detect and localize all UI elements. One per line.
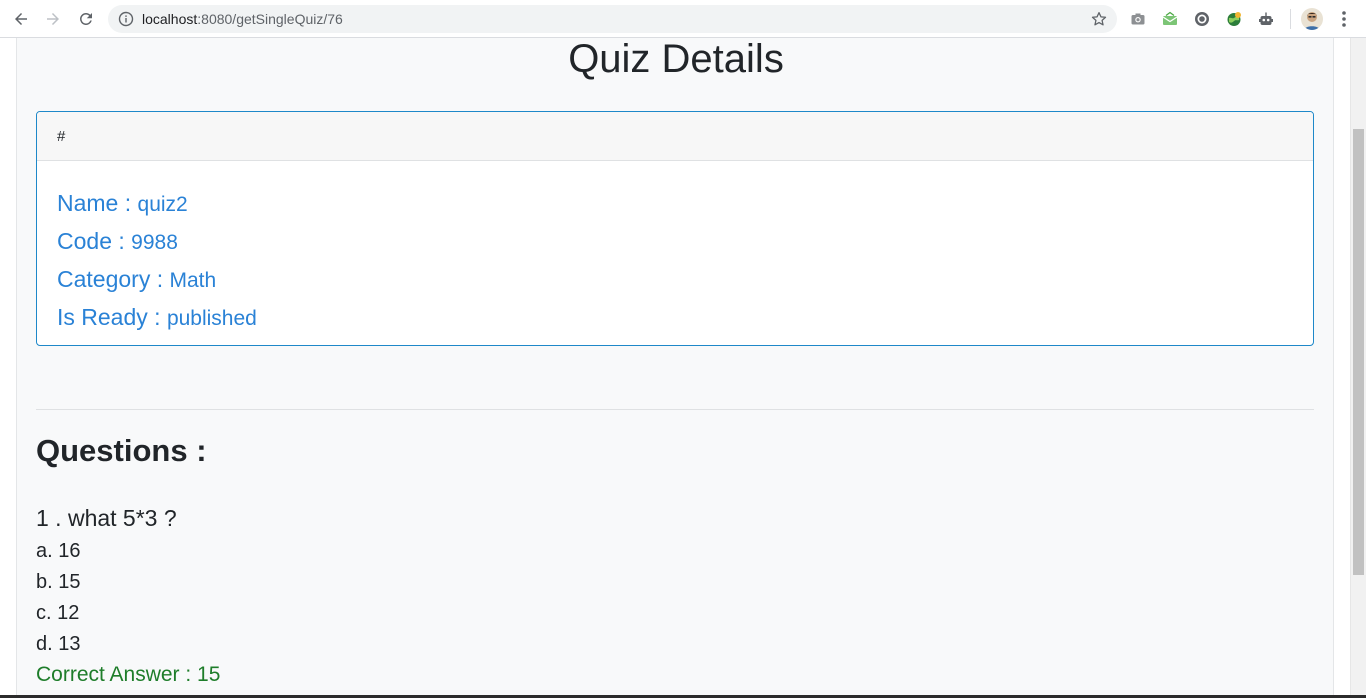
question-text: 1 . what 5*3 ?	[36, 505, 177, 531]
address-bar[interactable]: localhost:8080/getSingleQuiz/76	[108, 5, 1117, 33]
option-d: d. 13	[36, 633, 81, 655]
page-viewport: Quiz Details # Name : quiz2 Code : 9988 …	[0, 38, 1350, 695]
section-divider	[36, 409, 1314, 410]
reload-button[interactable]	[74, 7, 98, 31]
quiz-details-card: # Name : quiz2 Code : 9988 Category : Ma…	[36, 111, 1314, 346]
back-arrow-icon	[15, 13, 27, 25]
camera-extension-icon[interactable]	[1129, 10, 1147, 28]
browser-toolbar: localhost:8080/getSingleQuiz/76	[0, 0, 1366, 38]
back-button[interactable]	[9, 7, 33, 31]
vertical-scrollbar[interactable]	[1350, 38, 1366, 695]
scrollbar-thumb[interactable]	[1353, 129, 1364, 575]
quiz-category-value: Math	[169, 269, 217, 292]
quiz-name-value: quiz2	[137, 193, 188, 216]
page-title: Quiz Details	[568, 38, 784, 81]
circle-extension-icon[interactable]	[1193, 10, 1211, 28]
forward-button[interactable]	[41, 7, 65, 31]
option-c: c. 12	[36, 602, 80, 624]
card-body: Name : quiz2 Code : 9988 Category : Math…	[37, 161, 1313, 337]
quiz-code-value: 9988	[131, 231, 178, 254]
page-container: Quiz Details # Name : quiz2 Code : 9988 …	[16, 38, 1334, 695]
mail-extension-icon[interactable]	[1161, 10, 1179, 28]
quiz-ready-label: Is Ready :	[57, 304, 167, 330]
globe-extension-icon[interactable]	[1225, 10, 1243, 28]
url-text: localhost:8080/getSingleQuiz/76	[142, 11, 343, 27]
card-header: #	[37, 112, 1313, 161]
url-path: :8080/getSingleQuiz/76	[197, 11, 343, 27]
quiz-name-row: Name : quiz2	[57, 185, 1313, 223]
info-icon[interactable]	[118, 11, 134, 27]
toolbar-separator	[1290, 9, 1291, 29]
quiz-ready-row: Is Ready : published	[57, 299, 1313, 337]
quiz-code-row: Code : 9988	[57, 223, 1313, 261]
quiz-ready-value: published	[166, 307, 257, 330]
questions-heading: Questions :	[36, 433, 207, 468]
quiz-category-label: Category :	[57, 266, 170, 292]
profile-avatar[interactable]	[1301, 8, 1323, 30]
robot-extension-icon[interactable]	[1257, 10, 1275, 28]
reload-icon	[80, 12, 92, 25]
url-host: localhost	[142, 11, 198, 27]
correct-answer: Correct Answer : 15	[36, 663, 221, 686]
browser-menu-icon[interactable]	[1336, 10, 1352, 28]
forward-arrow-icon	[47, 13, 59, 25]
option-b: b. 15	[36, 571, 81, 593]
quiz-name-label: Name :	[57, 190, 138, 216]
quiz-category-row: Category : Math	[57, 261, 1313, 299]
bookmark-star-icon[interactable]	[1090, 10, 1108, 28]
option-a: a. 16	[36, 540, 81, 562]
quiz-code-label: Code :	[57, 228, 132, 254]
